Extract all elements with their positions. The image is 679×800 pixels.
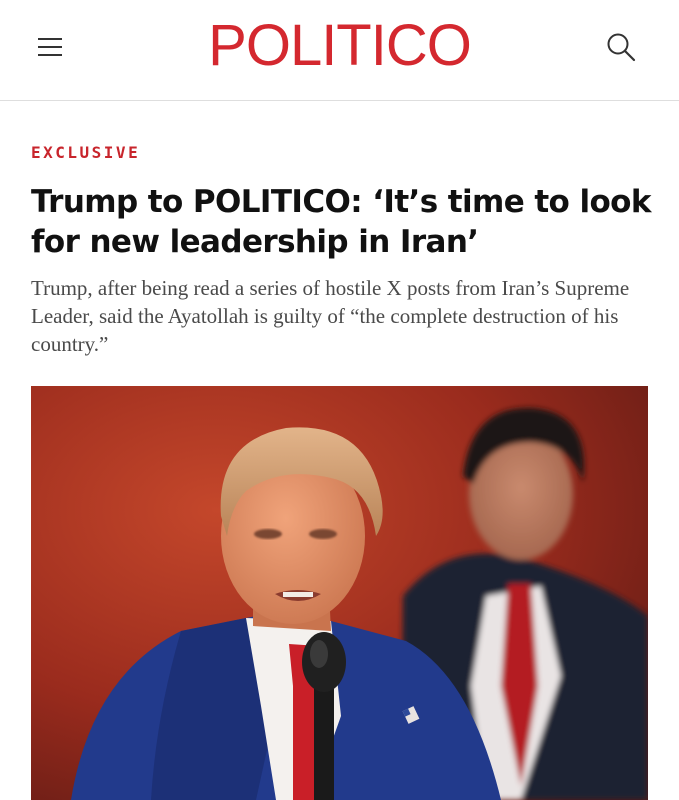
search-button[interactable] [604, 30, 638, 64]
search-icon [607, 33, 636, 62]
article-headline[interactable]: Trump to POLITICO: ‘It’s time to look fo… [31, 182, 656, 262]
article-dek: Trump, after being read a series of host… [31, 276, 630, 356]
article-kicker[interactable]: EXCLUSIVE [31, 144, 140, 162]
site-header: POLITICO [0, 0, 679, 101]
article-hero-image[interactable] [31, 386, 648, 800]
site-logo[interactable]: POLITICO [0, 14, 679, 78]
hero-photo-illustration [31, 386, 648, 800]
